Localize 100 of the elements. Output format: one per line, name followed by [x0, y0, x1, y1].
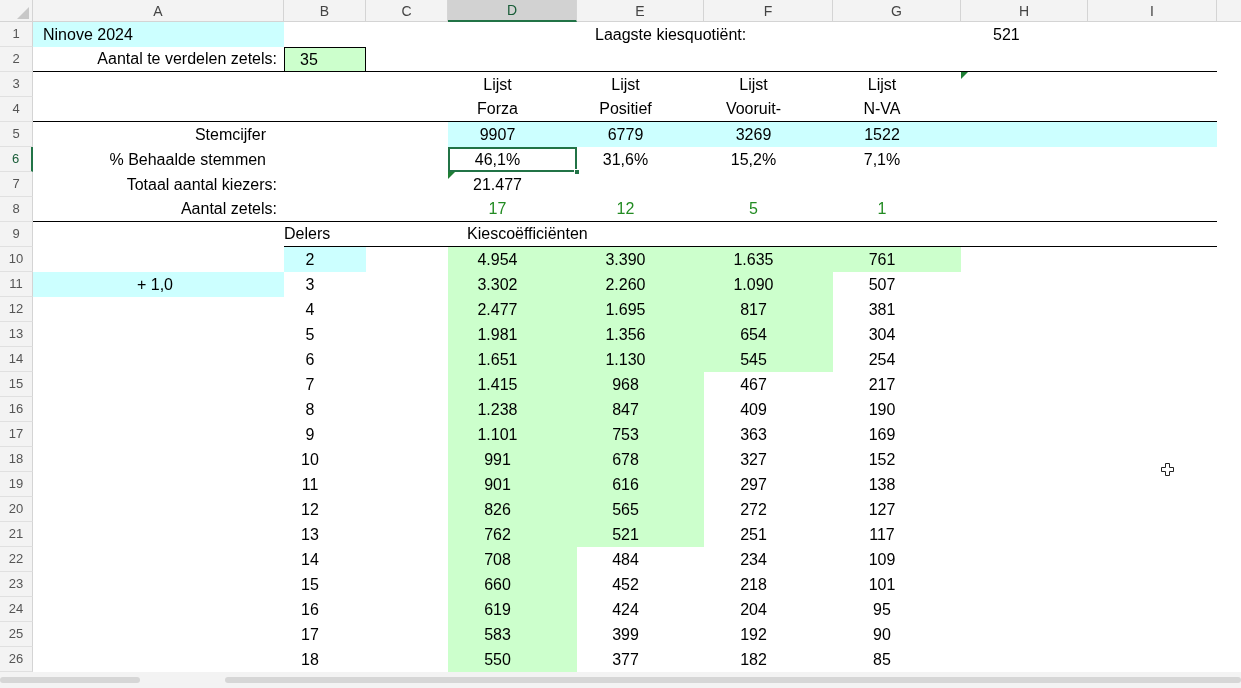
quotient-value-highlighted: 708 [448, 547, 577, 572]
row-label: Totaal aantal kiezers: [125, 174, 278, 195]
column-header[interactable]: B [284, 0, 366, 22]
row-header[interactable]: 1 [0, 22, 33, 47]
quotient-value-highlighted: 1.130 [577, 347, 704, 372]
quotient-value-highlighted: 565 [577, 497, 704, 522]
row-header[interactable]: 9 [0, 222, 33, 247]
quotient-value-highlighted: 1.090 [704, 272, 833, 297]
divisor-value: 9 [304, 424, 316, 445]
error-indicator-icon[interactable] [448, 172, 455, 179]
row-header[interactable]: 11 [0, 272, 33, 297]
row-header[interactable]: 7 [0, 172, 33, 197]
quotient-value: 85 [872, 649, 892, 670]
quotient-value-highlighted: 968 [577, 372, 704, 397]
row-header[interactable]: 3 [0, 72, 33, 97]
sheet-title: Ninove 2024 [33, 22, 284, 47]
column-header[interactable]: H [961, 0, 1088, 22]
quotient-value-highlighted: 616 [577, 472, 704, 497]
party-label: Lijst [866, 74, 898, 95]
row-label: Aantal zetels: [33, 197, 284, 222]
quotient-value: 484 [611, 549, 640, 570]
quotient-value-highlighted: 654 [704, 322, 833, 347]
quotient-value: 363 [739, 424, 768, 445]
row-header[interactable]: 8 [0, 197, 33, 222]
row-label: Stemcijfer [193, 124, 267, 145]
row-header[interactable]: 14 [0, 347, 33, 372]
quotient-value-highlighted: 550 [448, 647, 577, 672]
row-header[interactable]: 19 [0, 472, 33, 497]
row-header[interactable]: 17 [0, 422, 33, 447]
quotient-value-highlighted: 1.238 [448, 397, 577, 422]
row-header[interactable]: 10 [0, 247, 33, 272]
quotient-value: 101 [867, 574, 897, 595]
quotient-value: 90 [872, 624, 892, 645]
quotient-value: 507 [867, 274, 897, 295]
quotient-value: 138 [867, 474, 897, 495]
row-header[interactable]: 5 [0, 122, 33, 147]
horizontal-scrollbar-thumb[interactable] [225, 677, 1241, 683]
divisor-value: 12 [300, 499, 320, 520]
divisor-value: 13 [300, 524, 320, 545]
divisor-value: 10 [300, 449, 320, 470]
row-header[interactable]: 4 [0, 97, 33, 122]
row-header[interactable]: 2 [0, 47, 33, 72]
seats-input-cell[interactable]: 35 [284, 47, 366, 72]
quotient-value-highlighted: 1.635 [704, 247, 833, 272]
row-header[interactable]: 26 [0, 647, 33, 672]
row-header[interactable]: 16 [0, 397, 33, 422]
quotient-value: 297 [739, 474, 768, 495]
vote-count: 9907 [448, 122, 577, 147]
divisor-value: 16 [300, 599, 320, 620]
quotient-value: 217 [867, 374, 897, 395]
party-label: Lijst [738, 74, 769, 95]
quotient-value-highlighted: 521 [577, 522, 704, 547]
quotient-value-highlighted: 847 [577, 397, 704, 422]
quotient-value: 272 [739, 499, 768, 520]
row-header[interactable]: 6 [0, 147, 33, 172]
column-header[interactable]: D [448, 0, 577, 22]
quotient-value-highlighted: 660 [448, 572, 577, 597]
quotient-value: 467 [739, 374, 768, 395]
quotient-value: 192 [739, 624, 768, 645]
column-header[interactable]: G [833, 0, 961, 22]
party-label: Lijst [482, 74, 513, 95]
quotient-value-highlighted: 619 [448, 597, 577, 622]
divisor-value: 6 [304, 349, 316, 370]
quotient-value-highlighted: 1.695 [577, 297, 704, 322]
row-header[interactable]: 20 [0, 497, 33, 522]
quotient-value-highlighted: 583 [448, 622, 577, 647]
vote-count: 1522 [833, 122, 961, 147]
seat-count: 1 [833, 197, 961, 222]
quotient-value: 327 [739, 449, 768, 470]
column-header[interactable]: I [1088, 0, 1217, 22]
quotient-value: 254 [867, 349, 897, 370]
quotient-value: 169 [867, 424, 897, 445]
quotient-value-highlighted: 678 [577, 447, 704, 472]
row-header[interactable]: 21 [0, 522, 33, 547]
column-header[interactable]: F [704, 0, 833, 22]
fill-handle[interactable] [574, 169, 580, 175]
quotient-value-highlighted: 1.981 [448, 322, 577, 347]
tab-strip-handle[interactable] [0, 677, 140, 683]
divisor-value: 7 [304, 374, 316, 395]
quotient-value-highlighted: 1.651 [448, 347, 577, 372]
quotient-value: 218 [739, 574, 768, 595]
divisor-value: 11 [300, 474, 320, 495]
quotient-value-highlighted: 761 [833, 247, 961, 272]
quotient-value-highlighted: 1.101 [448, 422, 577, 447]
triangle-icon [17, 7, 29, 19]
row-header[interactable]: 18 [0, 447, 33, 472]
row-header[interactable]: 13 [0, 322, 33, 347]
row-header[interactable]: 22 [0, 547, 33, 572]
divisor-value: 17 [300, 624, 320, 645]
quotient-value: 304 [867, 324, 897, 345]
row-header[interactable]: 24 [0, 597, 33, 622]
row-header[interactable]: 25 [0, 622, 33, 647]
row-header[interactable]: 15 [0, 372, 33, 397]
quotient-value: 234 [739, 549, 768, 570]
quotient-value: 452 [611, 574, 640, 595]
row-header[interactable]: 23 [0, 572, 33, 597]
quotient-value: 399 [611, 624, 640, 645]
error-indicator-icon[interactable] [961, 72, 968, 79]
row-header[interactable]: 12 [0, 297, 33, 322]
column-header[interactable]: E [577, 0, 704, 22]
